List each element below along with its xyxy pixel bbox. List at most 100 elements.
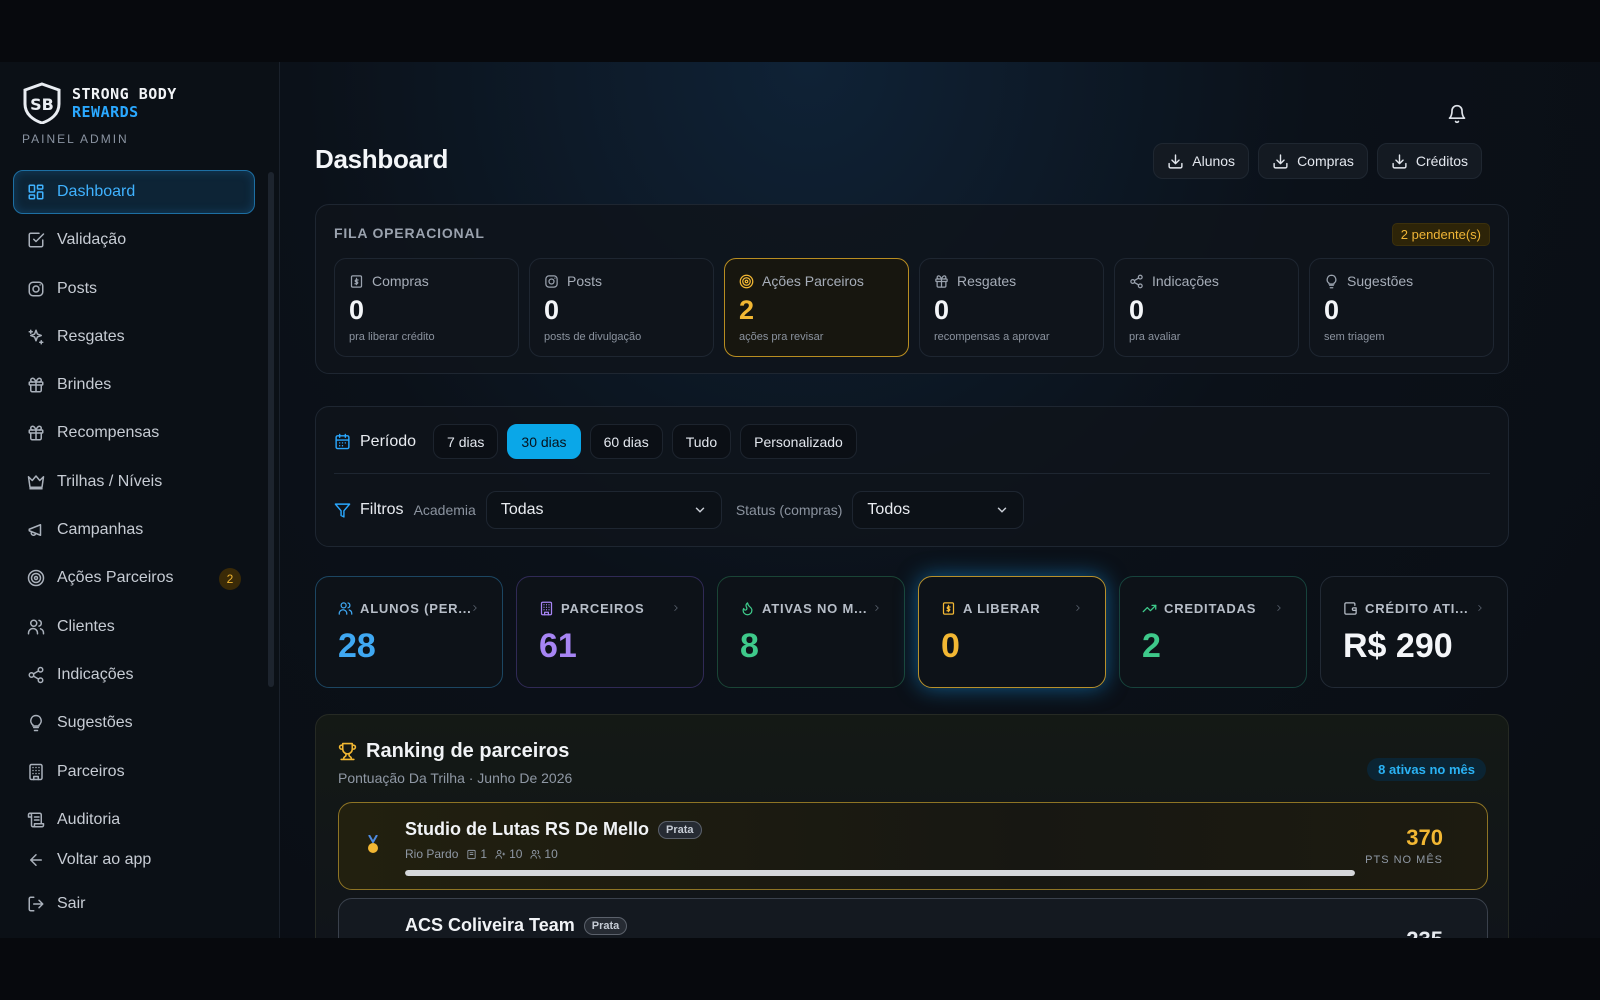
sidebar-item-acoes-parceiros[interactable]: Ações Parceiros 2: [13, 556, 255, 600]
sidebar-item-trilhas-niveis[interactable]: Trilhas / Níveis: [13, 460, 255, 504]
sidebar-item-clientes[interactable]: Clientes: [13, 605, 255, 649]
sidebar-item-parceiros[interactable]: Parceiros: [13, 750, 255, 794]
stat-value: R$ 290: [1343, 627, 1453, 665]
ranking-points: 235: [1406, 927, 1443, 938]
ranking-title: Ranking de parceiros: [338, 740, 569, 763]
sidebar-item-voltar-ao-app[interactable]: Voltar ao app: [13, 838, 255, 882]
export-creditos-button[interactable]: Créditos: [1376, 143, 1482, 179]
receipt-icon: [467, 849, 476, 859]
stat-card-a-liberar[interactable]: A LIBERAR 0: [918, 576, 1106, 688]
period-chip-60-dias[interactable]: 60 dias: [589, 424, 663, 459]
stat-label: CREDITADAS: [1142, 601, 1256, 616]
main-content: Dashboard Alunos Compras Créditos FILA OPE…: [280, 62, 1600, 938]
bell-icon[interactable]: [1447, 104, 1467, 124]
filters-divider: [334, 473, 1490, 474]
sidebar-item-label: Voltar ao app: [57, 851, 152, 868]
queue-card-sub: pra avaliar: [1129, 331, 1181, 343]
ranking-subtitle: Pontuação Da Trilha · Junho De 2026: [338, 770, 573, 786]
queue-card-acoes-parceiros[interactable]: Ações Parceiros 2 ações pra revisar: [724, 258, 909, 357]
filters-panel: Período 7 dias 30 dias 60 dias Tudo Personal…: [315, 406, 1509, 547]
brand-logo[interactable]: SB STRONG BODY REWARDS: [22, 82, 177, 124]
sidebar-item-auditoria[interactable]: Auditoria: [13, 798, 255, 842]
period-chip-personalizado[interactable]: Personalizado: [740, 424, 857, 459]
building-icon: [540, 601, 553, 616]
chevron-right-icon: [473, 605, 477, 611]
sidebar-item-label: Brindes: [57, 376, 112, 394]
share-icon: [28, 666, 44, 684]
crown-icon: [27, 475, 45, 490]
ranking-row[interactable]: Studio de Lutas RS De Mello Prata Rio Pa…: [338, 802, 1488, 890]
academy-select[interactable]: Todas: [485, 491, 722, 529]
brand-line-2: REWARDS: [72, 103, 139, 121]
queue-card-head: Resgates: [934, 273, 1016, 289]
sidebar-item-campanhas[interactable]: Campanhas: [13, 508, 255, 552]
filter-row: Filtros Academia Todas Status (compras) …: [334, 491, 1025, 529]
queue-card-compras[interactable]: Compras 0 pra liberar crédito: [334, 258, 519, 357]
ranking-row[interactable]: ACS Coliveira Team Prata 235: [338, 898, 1488, 938]
queue-card-resgates[interactable]: Resgates 0 recompensas a aprovar: [919, 258, 1104, 357]
chevron-right-icon: [1277, 605, 1281, 611]
instagram-icon: [28, 281, 44, 297]
download-icon: [1168, 153, 1183, 169]
megaphone-icon: [28, 524, 42, 537]
export-alunos-button[interactable]: Alunos: [1153, 143, 1250, 179]
app-frame: SB STRONG BODY REWARDS PAINEL ADMIN Dash…: [0, 62, 1600, 938]
stat-card-alunos-per[interactable]: ALUNOS (PER... 28: [315, 576, 503, 688]
tier-badge: Prata: [658, 820, 702, 839]
sidebar-item-posts[interactable]: Posts: [13, 267, 255, 311]
stat-card-creditadas[interactable]: CREDITADAS 2: [1119, 576, 1307, 688]
logout-icon: [28, 896, 44, 912]
stats-row: ALUNOS (PER... 28 PARCEIROS 61 ATIVAS NO M..…: [315, 576, 1508, 688]
sidebar-item-resgates[interactable]: Resgates: [13, 315, 255, 359]
period-chip-30-dias[interactable]: 30 dias: [507, 424, 581, 459]
ranking-meta: Rio Pardo 1 10 10: [405, 847, 558, 861]
export-compras-button[interactable]: Compras: [1258, 143, 1368, 179]
queue-card-sugestoes[interactable]: Sugestões 0 sem triagem: [1309, 258, 1494, 357]
stat-card-parceiros[interactable]: PARCEIROS 61: [516, 576, 704, 688]
sidebar-item-label: Dashboard: [57, 183, 136, 200]
trophy-icon: [338, 742, 357, 761]
lightbulb-icon: [1326, 274, 1337, 288]
queue-card-sub: posts de divulgação: [544, 331, 642, 343]
ranking-points: 370 PTS NO MÊS: [1365, 825, 1443, 866]
chevron-right-icon: [1478, 605, 1482, 611]
queue-card-sub: recompensas a aprovar: [934, 331, 1050, 343]
stat-label: A LIBERAR: [941, 601, 1041, 616]
sidebar-item-label: Posts: [57, 279, 98, 297]
sidebar-item-label: Auditoria: [57, 810, 121, 828]
chevron-down-icon: [998, 507, 1007, 513]
period-chip-tudo[interactable]: Tudo: [671, 424, 732, 459]
stat-value: 0: [941, 627, 960, 665]
sidebar-item-label: Trilhas / Níveis: [57, 472, 163, 490]
status-select[interactable]: Todos: [852, 491, 1025, 529]
gold-medal-icon: [368, 835, 378, 853]
period-chip-7-dias[interactable]: 7 dias: [433, 424, 499, 459]
chevron-right-icon: [1076, 605, 1080, 611]
svg-text:SB: SB: [30, 95, 54, 114]
stat-card-credito-ati[interactable]: CRÉDITO ATI... R$ 290: [1320, 576, 1508, 688]
queue-card-indicacoes[interactable]: Indicações 0 pra avaliar: [1114, 258, 1299, 357]
sidebar-item-indicacoes[interactable]: Indicações: [13, 653, 255, 697]
sidebar-item-sugestoes[interactable]: Sugestões: [13, 701, 255, 745]
users-icon: [27, 619, 45, 635]
queue-card-posts[interactable]: Posts 0 posts de divulgação: [529, 258, 714, 357]
sidebar-item-validacao[interactable]: Validação: [13, 218, 255, 262]
shield-logo-icon: SB: [23, 82, 61, 124]
sidebar-item-recompensas[interactable]: Recompensas: [13, 411, 255, 455]
queue-cards: Compras 0 pra liberar crédito Posts 0 posts d…: [334, 258, 1494, 357]
queue-card-head: Compras: [349, 273, 429, 289]
sidebar-item-sair[interactable]: Sair: [13, 882, 255, 926]
queue-card-value: 2: [739, 295, 755, 325]
stat-card-ativas-no-m[interactable]: ATIVAS NO M... 8: [717, 576, 905, 688]
period-label: Período: [334, 433, 416, 451]
instagram-icon: [545, 274, 558, 288]
calendar-icon: [335, 433, 350, 450]
share-icon: [1130, 274, 1143, 288]
users-icon: [338, 602, 353, 615]
stat-value: 2: [1142, 627, 1161, 665]
sidebar-scrollbar[interactable]: [268, 172, 274, 687]
pending-badge: 2 pendente(s): [1391, 223, 1490, 246]
check-square-icon: [28, 232, 45, 248]
sidebar-item-dashboard[interactable]: Dashboard: [13, 170, 255, 214]
sidebar-item-brindes[interactable]: Brindes: [13, 363, 255, 407]
